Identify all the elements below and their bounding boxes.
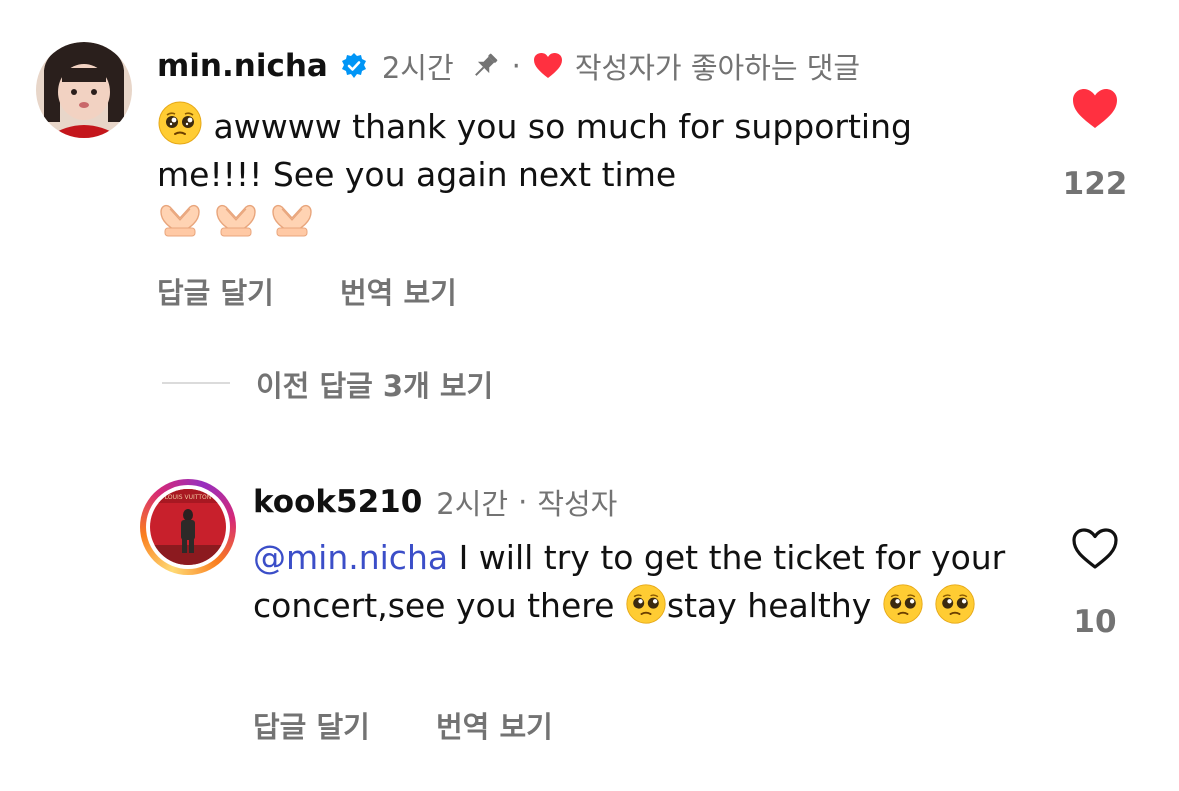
comment-2-text: @min.nicha I will try to get the ticket … xyxy=(253,534,1023,630)
like-count: 10 xyxy=(1073,604,1117,640)
like-heart-outline-icon[interactable] xyxy=(1070,526,1120,572)
pleading-face-emoji xyxy=(625,583,667,625)
see-translation-button[interactable]: 번역 보기 xyxy=(436,704,553,746)
comment-1-message: awwww thank you so much for supporting m… xyxy=(157,107,912,194)
comment-time: 2시간 xyxy=(381,51,454,85)
like-count: 122 xyxy=(1062,166,1128,202)
verified-badge-icon xyxy=(340,52,368,80)
reply-button[interactable]: 답글 달기 xyxy=(157,270,274,312)
reply-button[interactable]: 답글 달기 xyxy=(253,704,370,746)
username[interactable]: min.nicha xyxy=(157,48,328,84)
replies-divider-line xyxy=(162,382,230,384)
separator-dot: · xyxy=(511,49,521,83)
heart-hands-emoji xyxy=(269,200,315,240)
heart-hands-emoji xyxy=(213,200,259,240)
pleading-face-emoji xyxy=(934,583,976,625)
pleading-face-emoji xyxy=(157,100,203,146)
pleading-face-emoji xyxy=(882,583,924,625)
avatar-min-nicha[interactable] xyxy=(36,42,132,138)
comment-time: 2시간 xyxy=(436,487,509,521)
heart-hands-emojis xyxy=(157,200,315,240)
like-heart-filled-icon[interactable] xyxy=(1070,86,1120,132)
liked-by-author-label: 작성자가 좋아하는 댓글 xyxy=(574,51,861,85)
comment-2-header: kook5210 2시간 · 작성자 xyxy=(253,480,617,524)
creator-liked-heart-icon xyxy=(531,49,565,83)
comment-2-message-part-2: stay healthy xyxy=(666,586,882,625)
comment-1-header: min.nicha 2시간 · 작성자가 좋아하는 댓글 xyxy=(157,44,860,88)
see-translation-button[interactable]: 번역 보기 xyxy=(340,270,457,312)
username[interactable]: kook5210 xyxy=(253,484,422,520)
mention-link[interactable]: @min.nicha xyxy=(253,538,448,577)
comment-1-text: awwww thank you so much for supporting m… xyxy=(157,100,997,199)
avatar-kook5210[interactable]: LOUIS VUITTON xyxy=(150,489,226,565)
svg-text:LOUIS VUITTON: LOUIS VUITTON xyxy=(165,494,211,501)
pin-icon xyxy=(468,49,502,83)
view-previous-replies-button[interactable]: 이전 답글 3개 보기 xyxy=(256,363,493,405)
separator-dot: · xyxy=(518,485,528,519)
heart-hands-emoji xyxy=(157,200,203,240)
author-label: 작성자 xyxy=(537,487,618,521)
